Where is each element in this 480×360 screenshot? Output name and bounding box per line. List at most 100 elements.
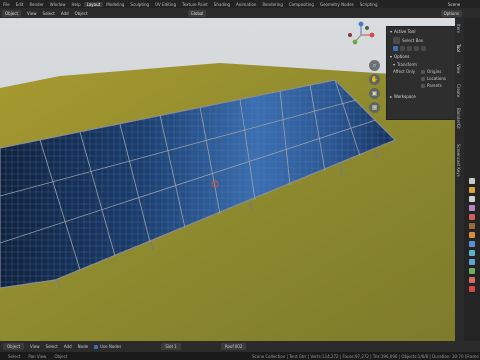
viewport-tools: ⌕ ✋ ▣ ▦	[369, 60, 381, 113]
camera-icon[interactable]: ▣	[369, 88, 380, 99]
options-label: Options	[443, 10, 459, 16]
material-icon[interactable]	[469, 277, 475, 283]
hand-icon[interactable]: ✋	[369, 74, 380, 85]
mode-subtract-icon[interactable]	[407, 46, 412, 51]
editor-mode-dropdown[interactable]: Object	[3, 343, 25, 350]
sidebar-panel: ▾ Active Tool Select Box ▾ Options ▾ Transf…	[386, 26, 456, 120]
navigation-gizmo[interactable]	[346, 20, 376, 50]
menu-view[interactable]: View	[30, 344, 40, 349]
header-menu-object[interactable]: Object	[75, 11, 88, 16]
status-bar: Select Pan View Object Scene Collection …	[0, 352, 480, 360]
workspace-tab-help[interactable]: Help	[68, 2, 83, 7]
slot-dropdown[interactable]: Slot 1	[161, 343, 181, 350]
editor-mode-label: Object	[7, 344, 21, 349]
tab-item[interactable]: Item	[456, 24, 461, 33]
chevron-right-icon: ▸	[390, 94, 393, 99]
locations-checkbox[interactable]	[421, 76, 425, 81]
workspace-tab-animation[interactable]: Animation	[233, 2, 259, 7]
workspace-title: Workspace	[394, 94, 416, 99]
origins-checkbox[interactable]	[421, 69, 426, 74]
workspace-tab-modeling[interactable]: Modeling	[103, 2, 127, 7]
tab-tool[interactable]: Tool	[456, 44, 461, 52]
active-tool-header[interactable]: ▾ Active Tool	[387, 27, 455, 36]
workspace-tab-geometry-nodes[interactable]: Geometry Nodes	[317, 2, 357, 7]
workspace-tab-rendering[interactable]: Rendering	[259, 2, 285, 7]
slot-label: Slot 1	[165, 344, 177, 349]
workspace-tab-texture-paint[interactable]: Texture Paint	[179, 2, 211, 7]
mode-invert-icon[interactable]	[414, 46, 419, 51]
texture-icon[interactable]	[469, 286, 475, 292]
menu-select[interactable]: Select	[46, 344, 58, 349]
tab-screencast-keys[interactable]: Screencast Keys	[456, 144, 461, 177]
sidebar-tabs: Item Tool View Create BlenderKit Screenc…	[455, 18, 464, 341]
status-select: Select	[8, 353, 21, 359]
tab-blenderkit[interactable]: BlenderKit	[456, 108, 461, 129]
workspace-bar: File Edit Render Window Help Layout Modeling Sc…	[0, 0, 480, 8]
options-header[interactable]: ▾ Options	[387, 52, 455, 61]
header-menu-view[interactable]: View	[27, 11, 37, 16]
workspace-tab-render[interactable]: Render	[26, 2, 46, 7]
locations-label: Locations	[427, 76, 447, 81]
header-menu-add[interactable]: Add	[61, 11, 69, 16]
active-tool-title: Active Tool	[394, 29, 416, 34]
mode-intersect-icon[interactable]	[421, 46, 426, 51]
parents-row: Parents	[387, 82, 455, 89]
workspace-tab-uv-editing[interactable]: UV Editing	[152, 2, 179, 7]
render-icon[interactable]	[469, 187, 475, 193]
menu-add[interactable]: Add	[64, 344, 72, 349]
material-field[interactable]: Roof.002	[220, 343, 247, 350]
scene-icon[interactable]	[469, 214, 475, 220]
chevron-down-icon: ▾	[390, 29, 393, 34]
mode-label: Object	[5, 10, 19, 16]
header-menus: View Select Add Object	[21, 11, 88, 16]
workspace-tab-edit[interactable]: Edit	[13, 2, 27, 7]
options-title: Options	[394, 54, 410, 59]
output-icon[interactable]	[469, 196, 475, 202]
transform-header[interactable]: ▾ Transform	[387, 61, 455, 68]
world-icon[interactable]	[469, 223, 475, 229]
physics-icon[interactable]	[469, 259, 475, 265]
use-nodes-toggle[interactable]: Use Nodes	[94, 344, 121, 349]
active-tool-row[interactable]: Select Box	[387, 36, 455, 45]
transform-title: Transform	[397, 62, 417, 67]
header-menu-select[interactable]: Select	[43, 11, 55, 16]
workspace-tab-compositing[interactable]: Compositing	[286, 2, 317, 7]
mode-set-icon[interactable]	[393, 46, 398, 51]
mode-extend-icon[interactable]	[400, 46, 405, 51]
grid-icon[interactable]: ▦	[369, 102, 380, 113]
select-box-icon	[393, 37, 400, 44]
workspace-tab-sculpting[interactable]: Sculpting	[127, 2, 152, 7]
view-layer-icon[interactable]	[469, 205, 475, 211]
tool-icon[interactable]	[469, 178, 475, 184]
orientation-label: Global	[190, 10, 204, 16]
particles-icon[interactable]	[469, 250, 475, 256]
parents-label: Parents	[427, 83, 442, 88]
zoom-icon[interactable]: ⌕	[369, 60, 380, 71]
workspace-tab-layout[interactable]: Layout	[83, 1, 104, 7]
parents-checkbox[interactable]	[421, 83, 425, 88]
checkbox-icon	[94, 344, 99, 349]
workspace-tab-window[interactable]: Window	[47, 2, 69, 7]
workspace-tab-shading[interactable]: Shading	[211, 2, 233, 7]
tab-view[interactable]: View	[456, 64, 461, 74]
orientation-dropdown[interactable]: Global	[187, 9, 207, 17]
shader-editor-header: Object View Select Add Node Use Nodes Sl…	[0, 341, 480, 352]
object-icon[interactable]	[469, 232, 475, 238]
workspace-tab-scripting[interactable]: Scripting	[357, 2, 381, 7]
data-icon[interactable]	[469, 268, 475, 274]
locations-row: Locations	[387, 75, 455, 82]
scene-selector[interactable]: Scene	[448, 0, 460, 8]
scene-label: Scene	[448, 1, 461, 7]
chevron-down-icon: ▾	[393, 62, 396, 67]
workspace-header[interactable]: ▸ Workspace	[387, 92, 455, 101]
mode-dropdown[interactable]: Object	[2, 9, 22, 17]
tool-name: Select Box	[402, 38, 424, 43]
options-button[interactable]: Options	[440, 9, 462, 17]
menu-node[interactable]: Node	[78, 344, 88, 349]
origins-label: Origins	[427, 69, 442, 74]
status-pan-view: Pan View	[28, 353, 47, 359]
modifier-icon[interactable]	[469, 241, 475, 247]
affect-only-row: Affect Only Origins	[387, 68, 455, 75]
workspace-tab-file[interactable]: File	[0, 2, 13, 7]
tab-create[interactable]: Create	[456, 84, 461, 97]
